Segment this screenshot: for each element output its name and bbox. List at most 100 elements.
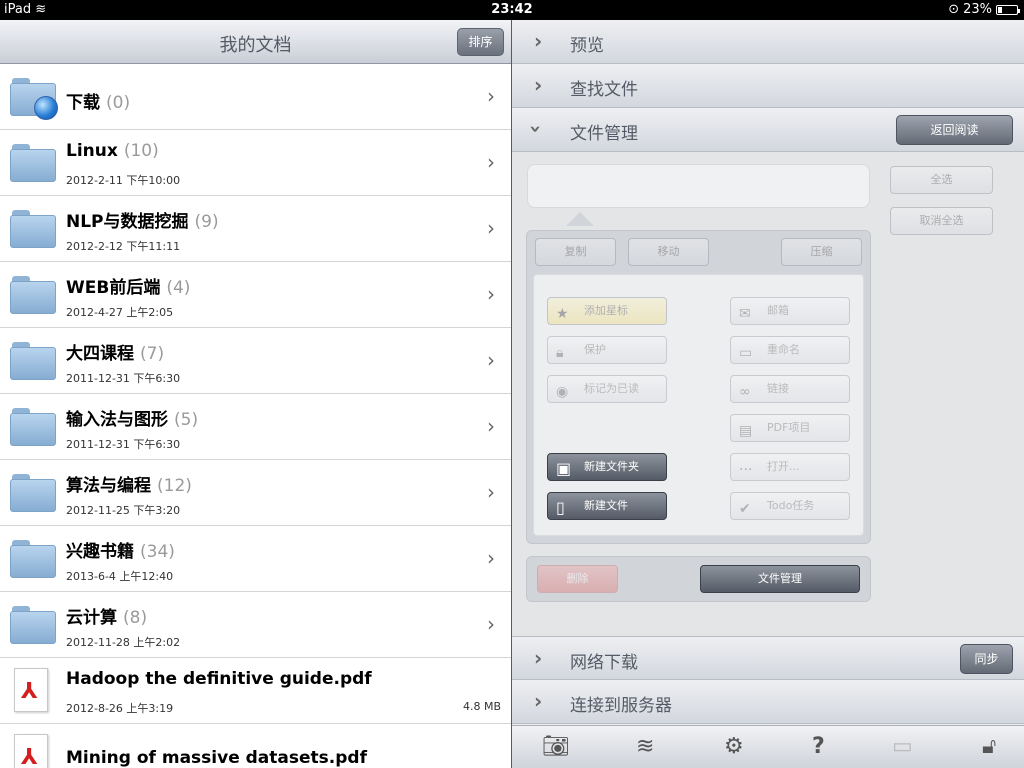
pdf-project-button[interactable]: ▤ PDF项目 <box>730 414 850 442</box>
list-item[interactable]: ⅄ Mining of massive datasets.pdf <box>0 724 511 768</box>
delete-button[interactable]: 删除 <box>537 565 618 593</box>
path-field <box>527 164 870 208</box>
item-date: 2012-11-25 下午3:20 <box>66 504 181 517</box>
pdf-project-label: PDF项目 <box>767 421 811 434</box>
list-item[interactable]: WEB前后端 (4) 2012-4-27 上午2:05 › <box>0 262 511 328</box>
rename-icon: ▭ <box>739 345 753 361</box>
mail-button[interactable]: ✉ 邮箱 <box>730 297 850 325</box>
list-item[interactable]: Linux (10) 2012-2-11 下午10:00 › <box>0 130 511 196</box>
item-name: 兴趣书籍 (34) <box>66 542 175 562</box>
item-count: (4) <box>166 278 191 298</box>
add-star-label: 添加星标 <box>584 304 628 317</box>
lock-icon[interactable]: 🔓︎ <box>982 734 996 759</box>
section-find-file[interactable]: › 查找文件 <box>512 64 1024 108</box>
more-icon: ··· <box>739 462 753 478</box>
link-button[interactable]: ∞ 链接 <box>730 375 850 403</box>
section-network-label: 网络下载 <box>570 653 638 673</box>
deselect-all-button[interactable]: 取消全选 <box>890 207 993 235</box>
new-file-button[interactable]: ▯ 新建文件 <box>547 492 667 520</box>
chevron-right-icon: › <box>487 612 495 636</box>
checkmark-icon: ✔ <box>739 501 751 517</box>
item-name: WEB前后端 (4) <box>66 278 191 298</box>
monitor-icon[interactable]: ▭ <box>892 734 913 759</box>
mark-read-button[interactable]: ◉ 标记为已读 <box>547 375 667 403</box>
item-date: 2012-8-26 上午3:19 <box>66 702 174 715</box>
link-label: 链接 <box>767 382 789 395</box>
item-date: 2012-2-11 下午10:00 <box>66 174 181 187</box>
item-count: (12) <box>157 476 192 496</box>
status-right: ⊙ 23% <box>948 2 1020 17</box>
list-item[interactable]: ⅄ Hadoop the definitive guide.pdf 2012-8-2… <box>0 658 511 724</box>
protect-button[interactable]: 🔒︎ 保护 <box>547 336 667 364</box>
folder-icon <box>10 78 58 120</box>
list-item[interactable]: NLP与数据挖掘 (9) 2012-2-12 下午11:11 › <box>0 196 511 262</box>
callout-pointer <box>566 212 594 226</box>
help-icon[interactable]: ? <box>812 734 825 759</box>
pdf-icon: ⅄ <box>10 668 56 712</box>
camera-icon[interactable]: 📷︎ <box>542 734 570 759</box>
todo-button[interactable]: ✔ Todo任务 <box>730 492 850 520</box>
open-button[interactable]: ··· 打开... <box>730 453 850 481</box>
chevron-right-icon: › <box>487 348 495 372</box>
list-item[interactable]: 兴趣书籍 (34) 2013-6-4 上午12:40 › <box>0 526 511 592</box>
list-item[interactable]: 下载 (0) › <box>0 64 511 130</box>
envelope-icon: ✉ <box>739 306 751 322</box>
item-count: (7) <box>140 344 165 364</box>
new-file-label: 新建文件 <box>584 499 628 512</box>
item-name: 输入法与图形 (5) <box>66 410 199 430</box>
chevron-down-icon: › <box>524 124 549 134</box>
copy-button[interactable]: 复制 <box>535 238 616 266</box>
folder-icon <box>10 276 56 314</box>
section-preview[interactable]: › 预览 <box>512 20 1024 64</box>
todo-label: Todo任务 <box>767 499 815 512</box>
section-preview-label: 预览 <box>570 36 604 56</box>
mail-label: 邮箱 <box>767 304 789 317</box>
chevron-right-icon: › <box>487 84 495 108</box>
chevron-right-icon: › <box>534 29 543 53</box>
sync-button[interactable]: 同步 <box>960 644 1013 674</box>
chevron-right-icon: › <box>534 689 543 713</box>
item-date: 2012-4-27 上午2:05 <box>66 306 174 319</box>
back-to-reading-button[interactable]: 返回阅读 <box>896 115 1013 145</box>
section-server-label: 连接到服务器 <box>570 696 672 716</box>
sort-button[interactable]: 排序 <box>457 28 504 56</box>
folder-outline-icon: ▤ <box>739 423 753 439</box>
list-item[interactable]: 算法与编程 (12) 2012-11-25 下午3:20 › <box>0 460 511 526</box>
section-find-label: 查找文件 <box>570 80 638 100</box>
item-name: Hadoop the definitive guide.pdf <box>66 669 372 689</box>
item-name: 云计算 (8) <box>66 608 148 628</box>
item-name: 下载 (0) <box>66 93 131 113</box>
item-count: (0) <box>106 93 131 113</box>
add-star-button[interactable]: ★ 添加星标 <box>547 297 667 325</box>
section-connect-server[interactable]: › 连接到服务器 <box>512 680 1024 724</box>
file-management-button[interactable]: 文件管理 <box>700 565 860 593</box>
item-date: 2011-12-31 下午6:30 <box>66 438 181 451</box>
list-item[interactable]: 输入法与图形 (5) 2011-12-31 下午6:30 › <box>0 394 511 460</box>
compress-button[interactable]: 压缩 <box>781 238 862 266</box>
gear-icon[interactable]: ⚙ <box>724 734 744 759</box>
page-title: 我的文档 <box>219 35 292 56</box>
eye-icon: ◉ <box>556 384 569 400</box>
item-count: (10) <box>123 141 159 161</box>
list-item[interactable]: 云计算 (8) 2012-11-28 上午2:02 › <box>0 592 511 658</box>
wifi-icon[interactable]: ≋ <box>636 734 654 759</box>
item-size: 4.8 MB <box>462 700 501 713</box>
move-button[interactable]: 移动 <box>628 238 709 266</box>
list-item[interactable]: 大四课程 (7) 2011-12-31 下午6:30 › <box>0 328 511 394</box>
documents-pane: 我的文档 排序 下载 (0) › Linux (10) 2012-2-11 下午10:00… <box>0 20 511 768</box>
new-file-icon: ▯ <box>556 498 565 517</box>
folder-icon <box>10 474 56 512</box>
lock-small-icon: 🔒︎ <box>556 345 564 361</box>
item-name: 算法与编程 (12) <box>66 476 192 496</box>
battery-percent: 23% <box>963 2 992 17</box>
new-folder-button[interactable]: ▣ 新建文件夹 <box>547 453 667 481</box>
chevron-right-icon: › <box>487 282 495 306</box>
chevron-right-icon: › <box>534 646 543 670</box>
section-file-management[interactable]: › 文件管理 返回阅读 <box>512 108 1024 152</box>
select-all-button[interactable]: 全选 <box>890 166 993 194</box>
new-folder-icon: ▣ <box>556 459 572 478</box>
section-network-download[interactable]: › 网络下载 同步 <box>512 636 1024 680</box>
item-count: (34) <box>140 542 175 562</box>
rename-button[interactable]: ▭ 重命名 <box>730 336 850 364</box>
item-count: (8) <box>123 608 148 628</box>
